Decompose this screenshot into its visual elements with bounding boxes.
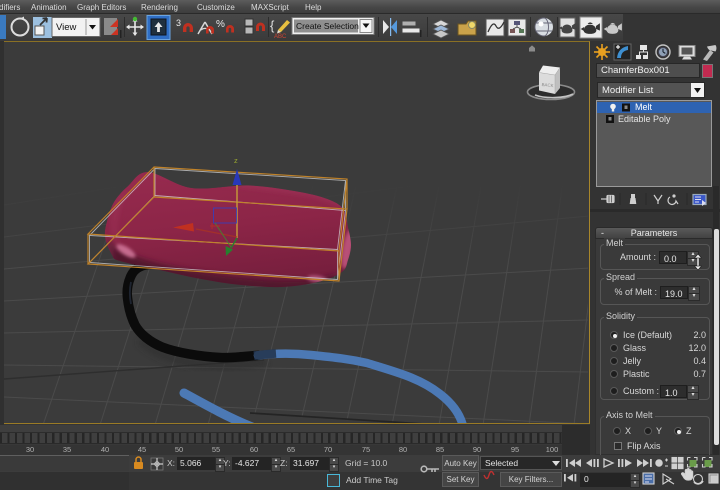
svg-text:ABC: ABC	[274, 34, 287, 40]
svg-text:{: {	[270, 18, 275, 33]
svg-text:BACK: BACK	[541, 82, 553, 88]
svg-text:3: 3	[176, 18, 181, 28]
svg-text:z: z	[234, 156, 238, 165]
svg-text:%: %	[216, 19, 225, 30]
svg-text:View: View	[56, 22, 77, 33]
